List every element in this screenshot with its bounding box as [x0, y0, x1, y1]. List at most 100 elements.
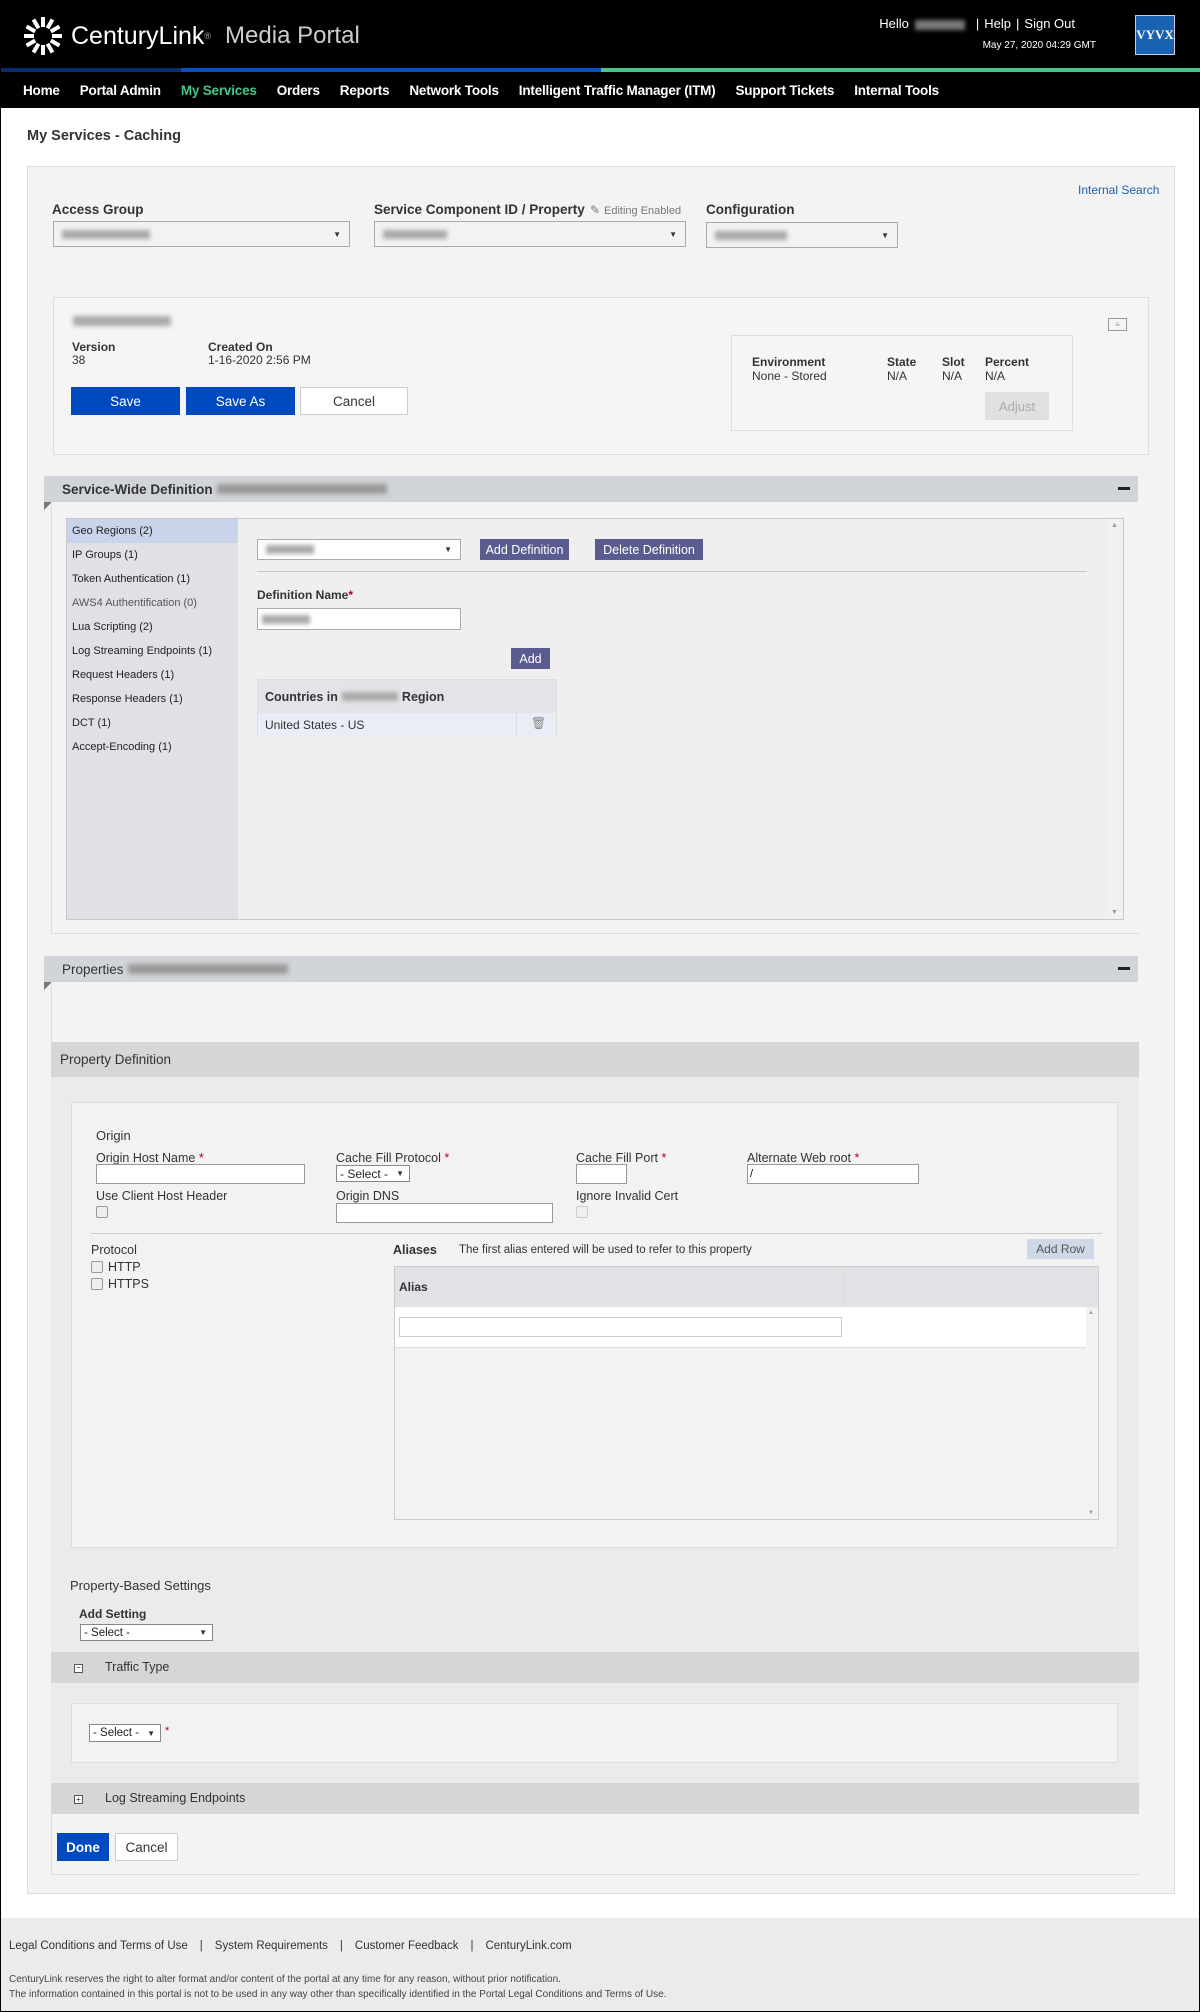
- sidebar-item-lua-scripting[interactable]: Lua Scripting (2): [67, 615, 238, 639]
- countries-prefix: Countries in: [265, 689, 338, 704]
- service-component-label: Service Component ID / Property: [374, 202, 585, 217]
- use-client-host-header-checkbox[interactable]: [96, 1206, 108, 1218]
- add-setting-select[interactable]: - Select - ▼: [80, 1624, 213, 1641]
- service-wide-title: Service-Wide Definition: [62, 481, 213, 497]
- log-streaming-title: Log Streaming Endpoints: [105, 1791, 246, 1805]
- scroll-down-icon[interactable]: ▼: [1111, 909, 1118, 916]
- nav-orders[interactable]: Orders: [277, 83, 320, 98]
- https-checkbox[interactable]: [91, 1278, 103, 1290]
- delete-definition-button[interactable]: Delete Definition: [595, 539, 703, 560]
- centurylink-com-link[interactable]: CenturyLink.com: [485, 1940, 571, 1952]
- country-name: United States - US: [265, 718, 365, 732]
- cancel-button[interactable]: Cancel: [115, 1833, 178, 1861]
- centurylink-logo[interactable]: CenturyLink ® Media Portal: [23, 16, 360, 56]
- sidebar-item-accept-encoding[interactable]: Accept-Encoding (1): [67, 735, 238, 759]
- nav-home[interactable]: Home: [23, 83, 60, 98]
- cache-fill-port-input[interactable]: [576, 1164, 627, 1184]
- properties-header[interactable]: Properties: [44, 956, 1138, 982]
- save-as-button[interactable]: Save As: [186, 387, 295, 415]
- nav-my-services[interactable]: My Services: [181, 83, 257, 98]
- definitions-scrollbar[interactable]: ▲ ▼: [1107, 519, 1123, 919]
- cache-fill-protocol-select[interactable]: - Select - ▼: [336, 1165, 410, 1182]
- aliases-hint: The first alias entered will be used to …: [459, 1244, 752, 1256]
- traffic-type-header[interactable]: − Traffic Type: [51, 1652, 1139, 1683]
- save-button[interactable]: Save: [71, 387, 180, 415]
- aliases-scrollbar[interactable]: ▲ ▼: [1086, 1307, 1098, 1519]
- env-header-environment: Environment: [752, 355, 826, 369]
- version-value: 38: [72, 353, 86, 367]
- scroll-up-icon[interactable]: ▲: [1111, 522, 1118, 529]
- selected-value: - Select -: [340, 1166, 389, 1181]
- editing-enabled-label: Editing Enabled: [604, 205, 682, 217]
- collapse-toggle-icon[interactable]: −: [74, 1664, 83, 1673]
- sidebar-item-dct[interactable]: DCT (1): [67, 711, 238, 735]
- alias-column-header: Alias: [399, 1280, 428, 1294]
- log-streaming-header[interactable]: + Log Streaming Endpoints: [51, 1783, 1139, 1814]
- scroll-up-icon[interactable]: ▲: [1088, 1310, 1094, 1316]
- export-icon[interactable]: ≡: [1108, 318, 1127, 331]
- origin-heading: Origin: [96, 1128, 131, 1143]
- aliases-table-header: Alias: [395, 1267, 1098, 1307]
- scroll-down-icon[interactable]: ▼: [1088, 1510, 1094, 1516]
- help-link[interactable]: Help: [984, 16, 1011, 31]
- selected-value: - Select -: [93, 1727, 140, 1739]
- nav-internal-tools[interactable]: Internal Tools: [854, 83, 939, 98]
- sunburst-icon: [24, 17, 62, 55]
- add-country-button[interactable]: Add: [511, 648, 550, 669]
- nav-support-tickets[interactable]: Support Tickets: [735, 83, 834, 98]
- collapse-icon[interactable]: [1118, 967, 1130, 970]
- sidebar-item-aws4-auth[interactable]: AWS4 Authentification (0): [67, 591, 238, 615]
- version-label: Version: [72, 340, 116, 354]
- separator: |: [339, 1940, 343, 1952]
- alt-web-root-input[interactable]: [747, 1164, 919, 1184]
- definition-name-input[interactable]: [257, 608, 461, 630]
- cancel-config-button[interactable]: Cancel: [300, 387, 408, 415]
- nav-portal-admin[interactable]: Portal Admin: [80, 83, 161, 98]
- configuration-select[interactable]: ▼: [706, 222, 898, 248]
- origin-host-name-input[interactable]: [96, 1164, 305, 1184]
- collapse-icon[interactable]: [1118, 487, 1130, 490]
- edit-icon: ✎: [590, 203, 601, 217]
- config-name-redacted: [73, 316, 171, 326]
- trash-icon[interactable]: 🗑: [531, 716, 546, 730]
- separator: |: [975, 16, 980, 31]
- separator: |: [199, 1940, 203, 1952]
- sidebar-item-token-auth[interactable]: Token Authentication (1): [67, 567, 238, 591]
- http-label: HTTP: [108, 1260, 141, 1274]
- ignore-invalid-cert-checkbox[interactable]: [576, 1206, 588, 1218]
- nav-network-tools[interactable]: Network Tools: [409, 83, 499, 98]
- system-requirements-link[interactable]: System Requirements: [215, 1940, 328, 1952]
- service-wide-header[interactable]: Service-Wide Definition: [44, 476, 1138, 502]
- http-checkbox[interactable]: [91, 1261, 103, 1273]
- add-row-button[interactable]: Add Row: [1027, 1239, 1094, 1259]
- internal-search-link[interactable]: Internal Search: [1078, 183, 1185, 197]
- sidebar-item-response-headers[interactable]: Response Headers (1): [67, 687, 238, 711]
- use-client-host-header-label: Use Client Host Header: [96, 1189, 228, 1203]
- footer-note-1: CenturyLink reserves the right to alter …: [9, 1974, 561, 1985]
- expand-toggle-icon[interactable]: +: [74, 1795, 83, 1804]
- service-component-select[interactable]: ▼: [374, 221, 686, 247]
- access-group-label: Access Group: [52, 202, 144, 217]
- nav-reports[interactable]: Reports: [340, 83, 390, 98]
- nav-itm[interactable]: Intelligent Traffic Manager (ITM): [519, 83, 716, 98]
- legal-link[interactable]: Legal Conditions and Terms of Use: [9, 1940, 188, 1952]
- done-button[interactable]: Done: [57, 1833, 109, 1861]
- sidebar-item-ip-groups[interactable]: IP Groups (1): [67, 543, 238, 567]
- add-definition-button[interactable]: Add Definition: [480, 539, 569, 560]
- traffic-type-title: Traffic Type: [105, 1660, 170, 1674]
- definition-name-label-text: Definition Name: [257, 588, 349, 602]
- origin-dns-input[interactable]: [336, 1203, 553, 1223]
- cache-fill-protocol-label: Cache Fill Protocol *: [336, 1151, 449, 1165]
- dropdown-arrow-icon: ▼: [396, 1169, 404, 1178]
- customer-feedback-link[interactable]: Customer Feedback: [355, 1940, 459, 1952]
- access-group-select[interactable]: ▼: [53, 221, 350, 247]
- ignore-invalid-cert-label: Ignore Invalid Cert: [576, 1189, 679, 1203]
- geo-definition-select[interactable]: ▼: [257, 539, 461, 560]
- sidebar-item-geo-regions[interactable]: Geo Regions (2): [67, 519, 238, 543]
- sign-out-link[interactable]: Sign Out: [1024, 16, 1075, 31]
- adjust-button[interactable]: Adjust: [985, 392, 1049, 420]
- sidebar-item-request-headers[interactable]: Request Headers (1): [67, 663, 238, 687]
- traffic-type-select[interactable]: - Select - ▼: [89, 1724, 161, 1742]
- alias-input[interactable]: [399, 1317, 842, 1337]
- sidebar-item-log-streaming[interactable]: Log Streaming Endpoints (1): [67, 639, 238, 663]
